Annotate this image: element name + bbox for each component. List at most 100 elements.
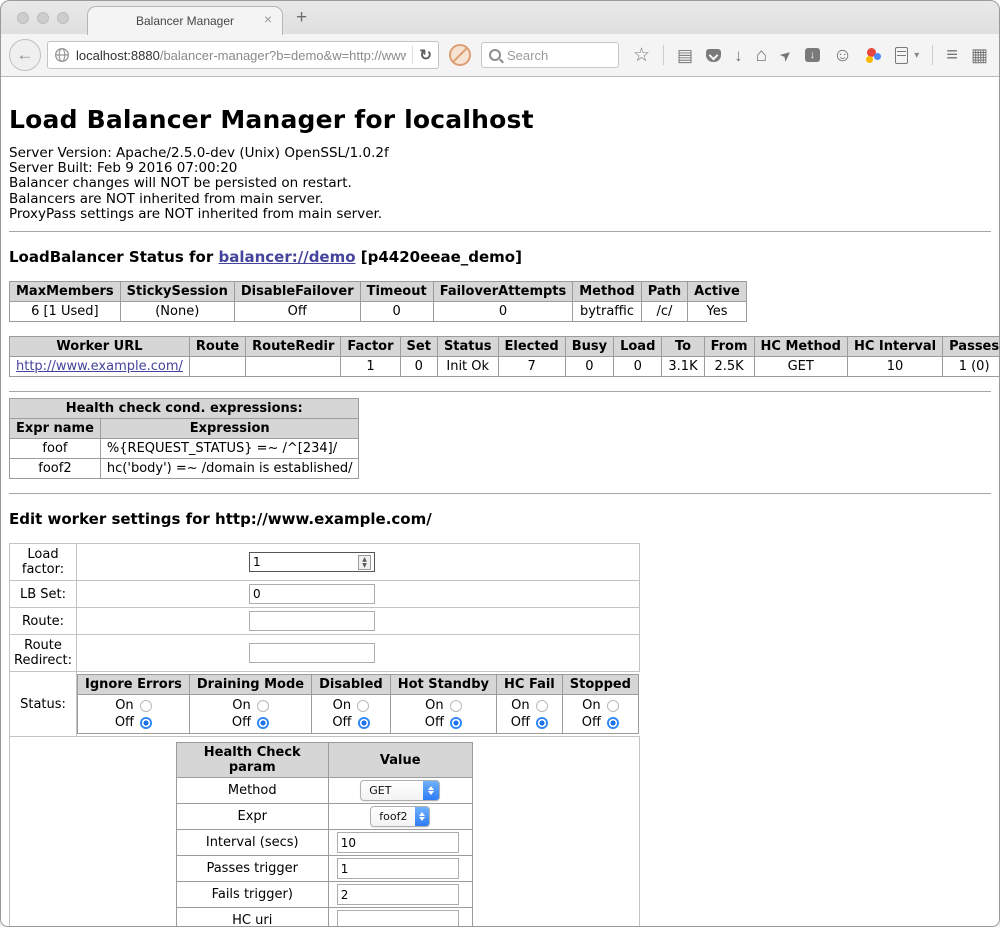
url-bar[interactable]: localhost:8880/balancer-manager?b=demo&w… bbox=[47, 41, 439, 69]
cell-set: 0 bbox=[400, 357, 437, 377]
globe-icon bbox=[54, 47, 70, 63]
window-minimize-button[interactable] bbox=[37, 12, 49, 24]
container-icon[interactable] bbox=[895, 47, 908, 64]
column-header: Status bbox=[437, 337, 498, 357]
hc-uri-label: HC uri bbox=[176, 908, 328, 927]
downloads-icon[interactable]: ↓ bbox=[734, 47, 743, 64]
status-label: Status: bbox=[10, 672, 77, 737]
cell-from: 2.5K bbox=[704, 357, 754, 377]
route-label: Route: bbox=[10, 608, 77, 635]
hc-uri-input[interactable] bbox=[337, 910, 459, 927]
expr-select[interactable]: foof2 bbox=[370, 806, 430, 827]
radio-off[interactable] bbox=[607, 717, 619, 729]
load-factor-label: Load factor: bbox=[10, 544, 77, 581]
radio-off[interactable] bbox=[450, 717, 462, 729]
radio-on[interactable] bbox=[536, 700, 548, 712]
route-redirect-input[interactable] bbox=[249, 643, 375, 663]
radio-on[interactable] bbox=[607, 700, 619, 712]
column-header: DisableFailover bbox=[234, 282, 360, 302]
cell-status: Init Ok bbox=[437, 357, 498, 377]
balancer-status-heading: LoadBalancer Status for balancer://demo … bbox=[9, 248, 991, 266]
radio-on[interactable] bbox=[257, 700, 269, 712]
column-header: Method bbox=[573, 282, 641, 302]
close-tab-icon[interactable]: × bbox=[264, 12, 272, 26]
reading-list-icon[interactable]: ▤ bbox=[677, 47, 693, 64]
menu-hamburger-icon[interactable]: ≡ bbox=[946, 47, 958, 64]
passes-input[interactable] bbox=[337, 858, 459, 879]
worker-url-link[interactable]: http://www.example.com/ bbox=[16, 359, 183, 374]
column-header: Load bbox=[614, 337, 662, 357]
table-row: foof2 hc('body') =~ /domain is establish… bbox=[10, 459, 359, 479]
multi-account-dots-icon[interactable] bbox=[865, 47, 882, 63]
route-input[interactable] bbox=[249, 611, 375, 631]
radio-on[interactable] bbox=[140, 700, 152, 712]
column-header: Health Check param bbox=[176, 743, 328, 778]
window-zoom-button[interactable] bbox=[57, 12, 69, 24]
reload-icon[interactable]: ↻ bbox=[419, 46, 432, 64]
balancer-demo-link[interactable]: balancer://demo bbox=[218, 248, 355, 266]
tab-title: Balancer Manager bbox=[136, 14, 234, 28]
column-header: RouteRedir bbox=[246, 337, 341, 357]
status-cell-ignore-errors: On Off bbox=[78, 695, 190, 734]
content-block-icon[interactable] bbox=[449, 44, 471, 66]
cell-elected: 7 bbox=[498, 357, 565, 377]
column-header: Active bbox=[688, 282, 747, 302]
cell-to: 3.1K bbox=[662, 357, 704, 377]
column-header: Disabled bbox=[312, 675, 391, 695]
divider bbox=[9, 391, 991, 392]
table-row: 6 [1 Used] (None) Off 0 0 bytraffic /c/ … bbox=[10, 302, 747, 322]
column-header: HC Method bbox=[754, 337, 847, 357]
page-content: Load Balancer Manager for localhost Serv… bbox=[1, 77, 999, 927]
cell-busy: 0 bbox=[565, 357, 613, 377]
fails-input[interactable] bbox=[337, 884, 459, 905]
pocket-icon[interactable] bbox=[706, 49, 721, 62]
worker-status-table: Worker URL Route RouteRedir Factor Set S… bbox=[9, 336, 1000, 377]
route-redirect-label: Route Redirect: bbox=[10, 635, 77, 672]
browser-window: Balancer Manager × + ← localhost:8880/ba… bbox=[0, 0, 1000, 927]
toolbar-buttons: ☆ ▤ ↓ ⌂ ➤ ↓ ☺ ▾ ≡ ▦ bbox=[633, 45, 991, 65]
proxypass-notice-line: ProxyPass settings are NOT inherited fro… bbox=[9, 207, 991, 222]
load-factor-input[interactable] bbox=[249, 552, 375, 572]
column-header: Hot Standby bbox=[390, 675, 496, 695]
radio-on[interactable] bbox=[450, 700, 462, 712]
method-select[interactable]: GET bbox=[360, 780, 440, 801]
status-options-table: Ignore Errors Draining Mode Disabled Hot… bbox=[77, 674, 639, 734]
persist-notice-line: Balancer changes will NOT be persisted o… bbox=[9, 176, 991, 191]
radio-off[interactable] bbox=[358, 717, 370, 729]
search-bar[interactable]: Search bbox=[481, 42, 619, 68]
send-tab-icon[interactable]: ➤ bbox=[776, 45, 796, 66]
column-header: Timeout bbox=[360, 282, 433, 302]
column-header: Expression bbox=[100, 419, 359, 439]
cell-method: bytraffic bbox=[573, 302, 641, 322]
status-cell-draining-mode: On Off bbox=[189, 695, 311, 734]
cell-passes: 1 (0) bbox=[943, 357, 1000, 377]
bookmark-star-icon[interactable]: ☆ bbox=[633, 47, 650, 64]
column-header: Elected bbox=[498, 337, 565, 357]
radio-off[interactable] bbox=[140, 717, 152, 729]
window-close-button[interactable] bbox=[17, 12, 29, 24]
lb-set-input[interactable] bbox=[249, 584, 375, 604]
tab-balancer-manager[interactable]: Balancer Manager × bbox=[87, 6, 283, 35]
panel-download-icon[interactable]: ↓ bbox=[805, 48, 820, 62]
cell-disablefailover: Off bbox=[234, 302, 360, 322]
column-header: Route bbox=[189, 337, 245, 357]
url-path: /balancer-manager?b=demo&w=http://www.ex… bbox=[160, 48, 407, 63]
cell-expression: %{REQUEST_STATUS} =~ /^[234]/ bbox=[100, 439, 359, 459]
radio-on[interactable] bbox=[357, 700, 369, 712]
tab-groups-icon[interactable]: ▦ bbox=[971, 47, 988, 64]
new-tab-button[interactable]: + bbox=[296, 7, 307, 29]
home-icon[interactable]: ⌂ bbox=[756, 47, 767, 64]
expr-label: Expr bbox=[176, 804, 328, 830]
number-stepper-icon[interactable]: ▲▼ bbox=[358, 555, 371, 570]
table-row: foof %{REQUEST_STATUS} =~ /^[234]/ bbox=[10, 439, 359, 459]
back-button[interactable]: ← bbox=[9, 39, 41, 71]
page-title: Load Balancer Manager for localhost bbox=[9, 105, 991, 134]
feedback-smiley-icon[interactable]: ☺ bbox=[833, 47, 852, 64]
radio-off[interactable] bbox=[536, 717, 548, 729]
toolbar-separator bbox=[932, 45, 933, 65]
interval-input[interactable] bbox=[337, 832, 459, 853]
back-icon: ← bbox=[17, 45, 34, 65]
radio-off[interactable] bbox=[257, 717, 269, 729]
container-caret-icon[interactable]: ▾ bbox=[914, 50, 919, 61]
column-header: Factor bbox=[341, 337, 400, 357]
